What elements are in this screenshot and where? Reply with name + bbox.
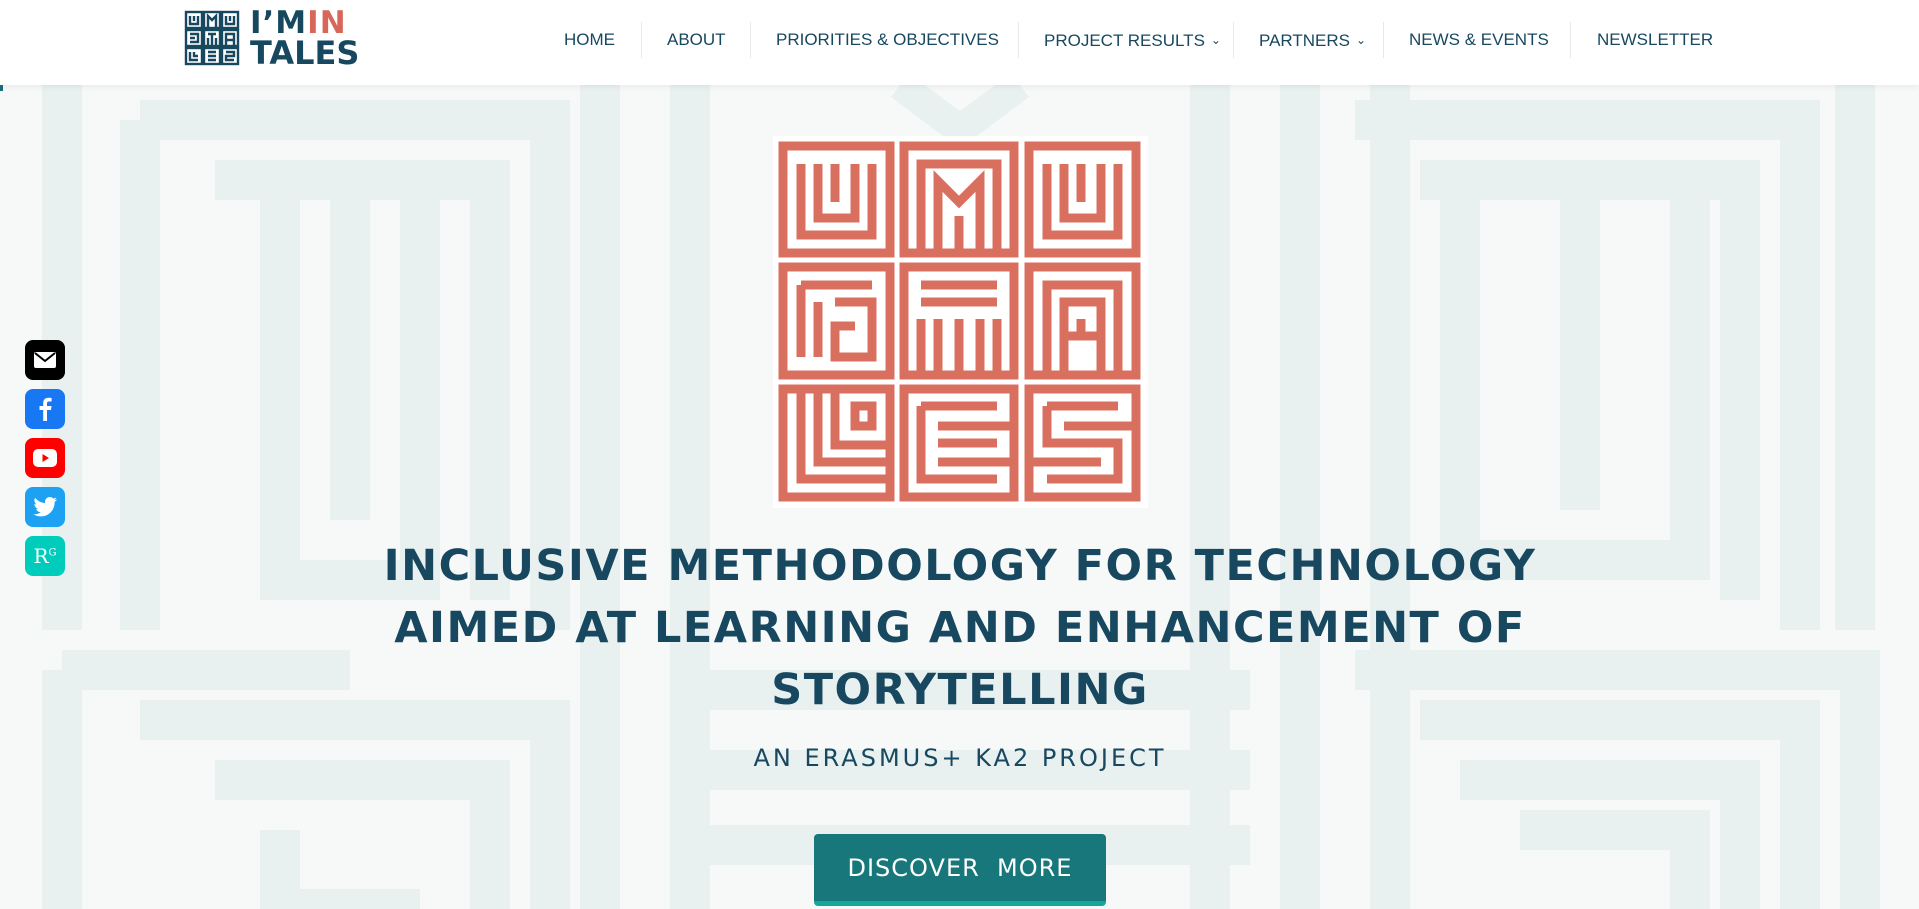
chevron-down-icon: ⌄ [1210,33,1221,47]
nav-label: HOME [564,30,615,49]
nav-label: PROJECT RESULTS [1044,31,1205,50]
hero-title: INCLUSIVE METHODOLOGY FOR TECHNOLOGY AIM… [383,541,1537,715]
nav-item-project-results[interactable]: PROJECT RESULTS ⌄ [1044,22,1221,58]
nav-item-news-events[interactable]: NEWS & EVENTS [1409,22,1549,58]
nav-item-about[interactable]: ABOUT [667,22,726,58]
maze-logo-icon [184,10,240,66]
nav-divider [750,22,751,58]
envelope-icon [34,352,56,368]
facebook-icon [39,397,52,421]
main-navigation: HOME ABOUT PRIORITIES & OBJECTIVES PROJE… [540,0,1919,80]
nav-divider [641,22,642,58]
discover-more-button[interactable]: DISCOVER MORE [814,834,1106,906]
nav-label: PARTNERS [1259,31,1351,50]
youtube-icon [33,449,57,467]
email-link[interactable] [25,340,65,380]
site-logo[interactable]: I’MIN TALES [184,8,360,72]
hero-maze-logo [773,136,1148,508]
nav-item-newsletter[interactable]: NEWSLETTER [1597,22,1713,58]
nav-divider [1018,22,1019,58]
discover-more-label: DISCOVER MORE [847,853,1073,882]
nav-item-home[interactable]: HOME [564,22,615,58]
maze-logo-icon [778,141,1141,502]
nav-item-priorities[interactable]: PRIORITIES & OBJECTIVES [776,22,999,58]
nav-label: NEWSLETTER [1597,30,1714,49]
researchgate-link[interactable]: RG [25,536,65,576]
nav-label: PRIORITIES & OBJECTIVES [776,30,999,49]
logo-wordmark: I’MIN TALES [250,8,360,72]
twitter-icon [33,497,57,517]
nav-divider [1233,22,1234,58]
researchgate-icon: RG [33,544,57,568]
hero-subtitle: AN ERASMUS+ KA2 PROJECT [753,744,1167,772]
header-accent-line [0,85,3,91]
site-header: I’MIN TALES HOME ABOUT PRIORITIES & OBJE… [0,0,1919,85]
youtube-link[interactable] [25,438,65,478]
nav-label: ABOUT [667,30,726,49]
twitter-link[interactable] [25,487,65,527]
nav-divider [1383,22,1384,58]
nav-label: NEWS & EVENTS [1409,30,1549,49]
chevron-down-icon: ⌄ [1356,33,1367,47]
nav-divider [1570,22,1571,58]
nav-item-partners[interactable]: PARTNERS ⌄ [1259,22,1366,58]
logo-word-tales: TALES [250,34,360,72]
facebook-link[interactable] [25,389,65,429]
